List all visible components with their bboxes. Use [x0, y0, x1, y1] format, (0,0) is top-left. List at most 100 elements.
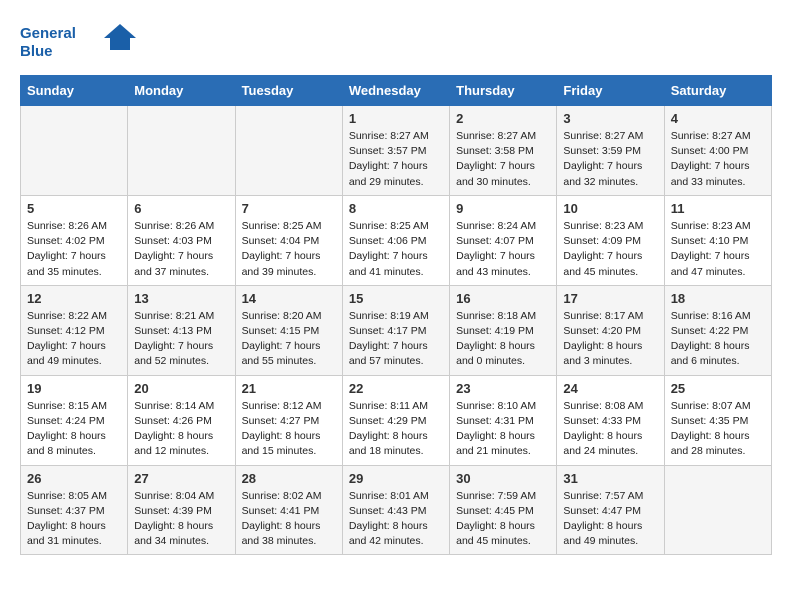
cell-info: Sunrise: 8:17 AMSunset: 4:20 PMDaylight:…	[563, 309, 657, 370]
calendar-table: SundayMondayTuesdayWednesdayThursdayFrid…	[20, 75, 772, 555]
day-number: 31	[563, 471, 657, 486]
cell-info: Sunrise: 8:23 AMSunset: 4:09 PMDaylight:…	[563, 219, 657, 280]
svg-text:General: General	[20, 25, 76, 42]
calendar-cell: 4 Sunrise: 8:27 AMSunset: 4:00 PMDaylight…	[664, 106, 771, 196]
day-number: 12	[27, 291, 121, 306]
cell-info: Sunrise: 8:01 AMSunset: 4:43 PMDaylight:…	[349, 489, 443, 550]
day-number: 26	[27, 471, 121, 486]
weekday-header-row: SundayMondayTuesdayWednesdayThursdayFrid…	[21, 76, 772, 106]
day-number: 19	[27, 381, 121, 396]
week-row-2: 5 Sunrise: 8:26 AMSunset: 4:02 PMDaylight…	[21, 195, 772, 285]
calendar-cell: 3 Sunrise: 8:27 AMSunset: 3:59 PMDaylight…	[557, 106, 664, 196]
day-number: 2	[456, 111, 550, 126]
cell-info: Sunrise: 8:05 AMSunset: 4:37 PMDaylight:…	[27, 489, 121, 550]
cell-info: Sunrise: 8:19 AMSunset: 4:17 PMDaylight:…	[349, 309, 443, 370]
day-number: 22	[349, 381, 443, 396]
calendar-cell: 27 Sunrise: 8:04 AMSunset: 4:39 PMDayligh…	[128, 465, 235, 555]
day-number: 6	[134, 201, 228, 216]
cell-info: Sunrise: 8:25 AMSunset: 4:04 PMDaylight:…	[242, 219, 336, 280]
calendar-cell	[21, 106, 128, 196]
logo-svg: General Blue	[20, 20, 140, 65]
cell-info: Sunrise: 8:11 AMSunset: 4:29 PMDaylight:…	[349, 399, 443, 460]
calendar-cell: 31 Sunrise: 7:57 AMSunset: 4:47 PMDayligh…	[557, 465, 664, 555]
day-number: 15	[349, 291, 443, 306]
calendar-cell: 30 Sunrise: 7:59 AMSunset: 4:45 PMDayligh…	[450, 465, 557, 555]
weekday-header-thursday: Thursday	[450, 76, 557, 106]
day-number: 3	[563, 111, 657, 126]
cell-info: Sunrise: 7:59 AMSunset: 4:45 PMDaylight:…	[456, 489, 550, 550]
calendar-cell: 9 Sunrise: 8:24 AMSunset: 4:07 PMDaylight…	[450, 195, 557, 285]
calendar-cell: 25 Sunrise: 8:07 AMSunset: 4:35 PMDayligh…	[664, 375, 771, 465]
cell-info: Sunrise: 8:12 AMSunset: 4:27 PMDaylight:…	[242, 399, 336, 460]
cell-info: Sunrise: 8:07 AMSunset: 4:35 PMDaylight:…	[671, 399, 765, 460]
day-number: 16	[456, 291, 550, 306]
cell-info: Sunrise: 8:24 AMSunset: 4:07 PMDaylight:…	[456, 219, 550, 280]
day-number: 1	[349, 111, 443, 126]
weekday-header-sunday: Sunday	[21, 76, 128, 106]
calendar-cell: 10 Sunrise: 8:23 AMSunset: 4:09 PMDayligh…	[557, 195, 664, 285]
cell-info: Sunrise: 8:27 AMSunset: 3:58 PMDaylight:…	[456, 129, 550, 190]
day-number: 20	[134, 381, 228, 396]
cell-info: Sunrise: 8:22 AMSunset: 4:12 PMDaylight:…	[27, 309, 121, 370]
calendar-cell: 1 Sunrise: 8:27 AMSunset: 3:57 PMDaylight…	[342, 106, 449, 196]
calendar-cell: 18 Sunrise: 8:16 AMSunset: 4:22 PMDayligh…	[664, 285, 771, 375]
weekday-header-monday: Monday	[128, 76, 235, 106]
calendar-cell: 5 Sunrise: 8:26 AMSunset: 4:02 PMDaylight…	[21, 195, 128, 285]
day-number: 18	[671, 291, 765, 306]
day-number: 8	[349, 201, 443, 216]
day-number: 30	[456, 471, 550, 486]
cell-info: Sunrise: 8:04 AMSunset: 4:39 PMDaylight:…	[134, 489, 228, 550]
calendar-cell: 24Sunrise: 8:08 AMSunset: 4:33 PMDayligh…	[557, 375, 664, 465]
calendar-cell: 8 Sunrise: 8:25 AMSunset: 4:06 PMDaylight…	[342, 195, 449, 285]
calendar-cell: 20 Sunrise: 8:14 AMSunset: 4:26 PMDayligh…	[128, 375, 235, 465]
cell-info: Sunrise: 8:21 AMSunset: 4:13 PMDaylight:…	[134, 309, 228, 370]
calendar-cell: 29Sunrise: 8:01 AMSunset: 4:43 PMDayligh…	[342, 465, 449, 555]
calendar-cell: 23Sunrise: 8:10 AMSunset: 4:31 PMDayligh…	[450, 375, 557, 465]
weekday-header-tuesday: Tuesday	[235, 76, 342, 106]
calendar-cell: 19Sunrise: 8:15 AMSunset: 4:24 PMDayligh…	[21, 375, 128, 465]
calendar-cell: 2 Sunrise: 8:27 AMSunset: 3:58 PMDaylight…	[450, 106, 557, 196]
cell-info: Sunrise: 8:18 AMSunset: 4:19 PMDaylight:…	[456, 309, 550, 370]
calendar-cell: 17 Sunrise: 8:17 AMSunset: 4:20 PMDayligh…	[557, 285, 664, 375]
day-number: 9	[456, 201, 550, 216]
day-number: 25	[671, 381, 765, 396]
day-number: 10	[563, 201, 657, 216]
calendar-cell	[235, 106, 342, 196]
day-number: 17	[563, 291, 657, 306]
weekday-header-friday: Friday	[557, 76, 664, 106]
cell-info: Sunrise: 8:27 AMSunset: 3:57 PMDaylight:…	[349, 129, 443, 190]
calendar-cell: 7 Sunrise: 8:25 AMSunset: 4:04 PMDaylight…	[235, 195, 342, 285]
page-header: General Blue	[20, 20, 772, 65]
cell-info: Sunrise: 8:27 AMSunset: 3:59 PMDaylight:…	[563, 129, 657, 190]
calendar-cell: 16 Sunrise: 8:18 AMSunset: 4:19 PMDayligh…	[450, 285, 557, 375]
cell-info: Sunrise: 8:02 AMSunset: 4:41 PMDaylight:…	[242, 489, 336, 550]
day-number: 11	[671, 201, 765, 216]
cell-info: Sunrise: 8:16 AMSunset: 4:22 PMDaylight:…	[671, 309, 765, 370]
calendar-cell: 15 Sunrise: 8:19 AMSunset: 4:17 PMDayligh…	[342, 285, 449, 375]
cell-info: Sunrise: 8:23 AMSunset: 4:10 PMDaylight:…	[671, 219, 765, 280]
calendar-cell: 28 Sunrise: 8:02 AMSunset: 4:41 PMDayligh…	[235, 465, 342, 555]
day-number: 28	[242, 471, 336, 486]
cell-info: Sunrise: 8:26 AMSunset: 4:02 PMDaylight:…	[27, 219, 121, 280]
cell-info: Sunrise: 8:10 AMSunset: 4:31 PMDaylight:…	[456, 399, 550, 460]
week-row-4: 19Sunrise: 8:15 AMSunset: 4:24 PMDayligh…	[21, 375, 772, 465]
day-number: 7	[242, 201, 336, 216]
calendar-cell: 11 Sunrise: 8:23 AMSunset: 4:10 PMDayligh…	[664, 195, 771, 285]
day-number: 4	[671, 111, 765, 126]
cell-info: Sunrise: 8:14 AMSunset: 4:26 PMDaylight:…	[134, 399, 228, 460]
cell-info: Sunrise: 7:57 AMSunset: 4:47 PMDaylight:…	[563, 489, 657, 550]
day-number: 5	[27, 201, 121, 216]
calendar-cell: 6Sunrise: 8:26 AMSunset: 4:03 PMDaylight…	[128, 195, 235, 285]
day-number: 27	[134, 471, 228, 486]
cell-info: Sunrise: 8:27 AMSunset: 4:00 PMDaylight:…	[671, 129, 765, 190]
logo: General Blue	[20, 20, 140, 65]
week-row-5: 26 Sunrise: 8:05 AMSunset: 4:37 PMDayligh…	[21, 465, 772, 555]
calendar-cell: 13Sunrise: 8:21 AMSunset: 4:13 PMDayligh…	[128, 285, 235, 375]
cell-info: Sunrise: 8:20 AMSunset: 4:15 PMDaylight:…	[242, 309, 336, 370]
weekday-header-saturday: Saturday	[664, 76, 771, 106]
cell-info: Sunrise: 8:25 AMSunset: 4:06 PMDaylight:…	[349, 219, 443, 280]
cell-info: Sunrise: 8:08 AMSunset: 4:33 PMDaylight:…	[563, 399, 657, 460]
day-number: 14	[242, 291, 336, 306]
calendar-cell: 22 Sunrise: 8:11 AMSunset: 4:29 PMDayligh…	[342, 375, 449, 465]
day-number: 21	[242, 381, 336, 396]
